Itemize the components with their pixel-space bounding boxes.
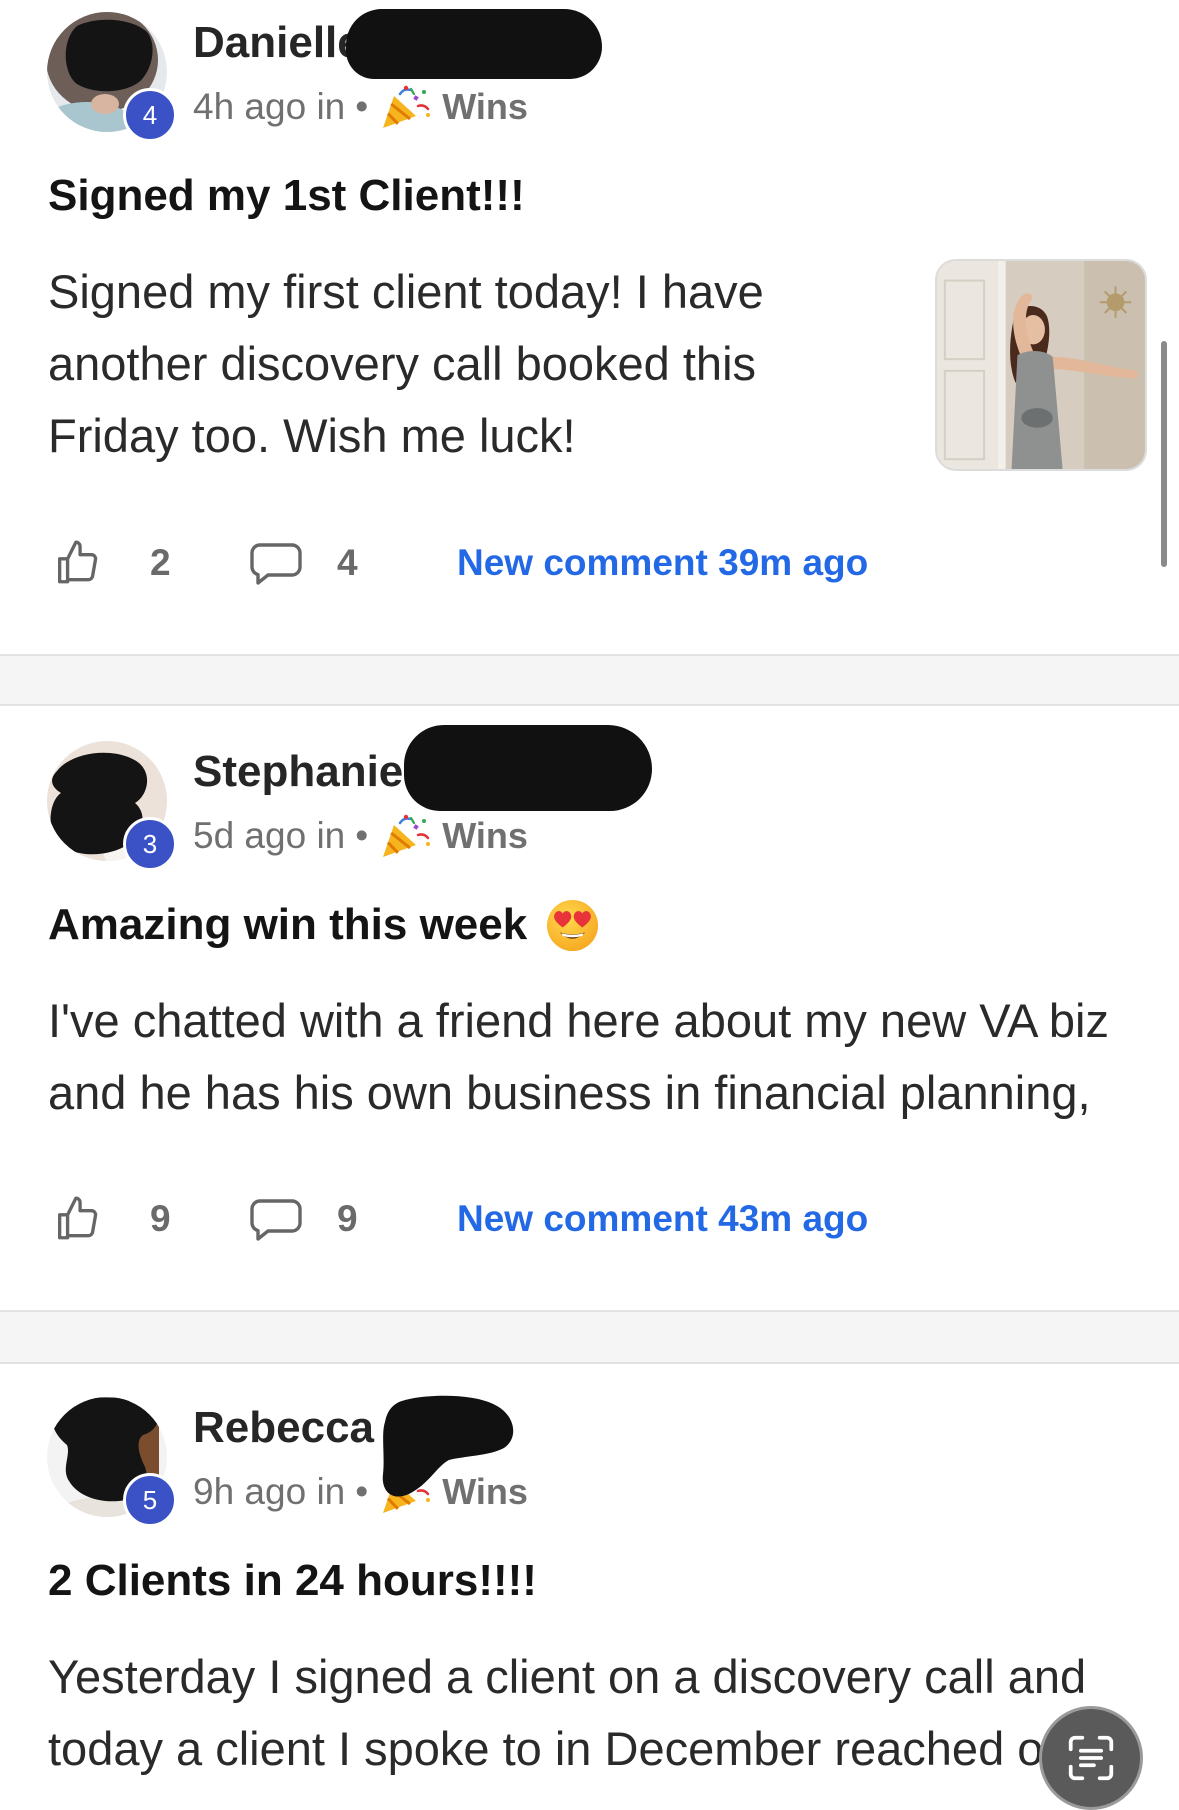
like-count: 9 <box>150 1198 171 1239</box>
author-name[interactable]: Rebecca <box>193 1402 374 1454</box>
post-body-line: Friday too. Wish me luck! <box>48 409 576 462</box>
comment-bubble-icon[interactable] <box>248 541 304 585</box>
post-card[interactable]: 3 Stephanie 5d ago in • Wins Amazing win… <box>0 725 1179 1310</box>
post-body-line: Signed my first client today! I have <box>48 265 764 318</box>
live-text-scan-icon <box>1068 1735 1114 1781</box>
post-meta: 4h ago in • Wins <box>193 85 528 129</box>
author-name[interactable]: Stephanie <box>193 746 403 798</box>
post-thumbnail[interactable] <box>935 259 1147 471</box>
level-badge: 4 <box>123 88 177 142</box>
level-badge: 5 <box>123 1473 177 1527</box>
post-title-text[interactable]: Signed my 1st Client!!! <box>48 171 525 221</box>
post-meta: 5d ago in • Wins <box>193 814 528 858</box>
comment-count: 4 <box>337 542 358 583</box>
post-title-text[interactable]: Amazing win this week <box>48 900 527 950</box>
new-comment-link[interactable]: New comment 43m ago <box>457 1189 868 1249</box>
post-body-line: and he has his own business in financial… <box>48 1066 1091 1119</box>
post-divider <box>0 654 1179 706</box>
post-title[interactable]: Signed my 1st Client!!! <box>48 170 525 222</box>
post-title-text[interactable]: 2 Clients in 24 hours!!!! <box>48 1556 537 1606</box>
post-actions: 2 4 New comment 39m ago <box>0 533 1179 593</box>
author-name[interactable]: Danielle <box>193 17 362 69</box>
thumbs-up-icon[interactable] <box>52 538 104 588</box>
post-body-line: today a client I spoke to in December re… <box>48 1722 1044 1775</box>
meta-separator: • <box>355 815 369 856</box>
live-text-button[interactable] <box>1039 1706 1143 1810</box>
redaction-mark <box>346 9 602 79</box>
category-link[interactable]: Wins <box>442 86 528 128</box>
redaction-mark <box>404 725 652 811</box>
category-link[interactable]: Wins <box>442 815 528 857</box>
post-body: Signed my first client today! I have ano… <box>48 256 764 472</box>
level-badge: 3 <box>123 817 177 871</box>
thumbs-up-icon[interactable] <box>52 1194 104 1244</box>
post-card[interactable]: 5 Rebecca 9h ago in • Wins 2 Clients in … <box>0 1385 1179 1810</box>
post-time: 9h ago in <box>193 1471 346 1512</box>
post-time: 5d ago in <box>193 815 346 856</box>
smiling-face-with-heart-eyes-icon <box>547 899 599 951</box>
meta-separator: • <box>355 86 369 127</box>
comment-bubble-icon[interactable] <box>248 1197 304 1241</box>
post-actions: 9 9 New comment 43m ago <box>0 1189 1179 1249</box>
comment-count: 9 <box>337 1198 358 1239</box>
new-comment-link[interactable]: New comment 39m ago <box>457 533 868 593</box>
like-count: 2 <box>150 542 171 583</box>
post-card[interactable]: 4 Danielle 4h ago in • Wins Signed my 1s… <box>0 0 1179 654</box>
post-time: 4h ago in <box>193 86 346 127</box>
redaction-mark <box>382 1395 514 1497</box>
meta-separator: • <box>355 1471 369 1512</box>
post-title[interactable]: 2 Clients in 24 hours!!!! <box>48 1555 537 1607</box>
post-body-line: Yesterday I signed a client on a discove… <box>48 1650 1087 1703</box>
scrollbar[interactable] <box>1161 341 1167 567</box>
party-popper-icon <box>380 813 432 859</box>
post-body-line: another discovery call booked this <box>48 337 757 390</box>
post-body: I've chatted with a friend here about my… <box>48 985 1109 1129</box>
post-divider <box>0 1310 1179 1364</box>
post-title[interactable]: Amazing win this week <box>48 899 600 951</box>
post-body-line: I've chatted with a friend here about my… <box>48 994 1109 1047</box>
post-body: Yesterday I signed a client on a discove… <box>48 1641 1086 1785</box>
party-popper-icon <box>380 84 432 130</box>
